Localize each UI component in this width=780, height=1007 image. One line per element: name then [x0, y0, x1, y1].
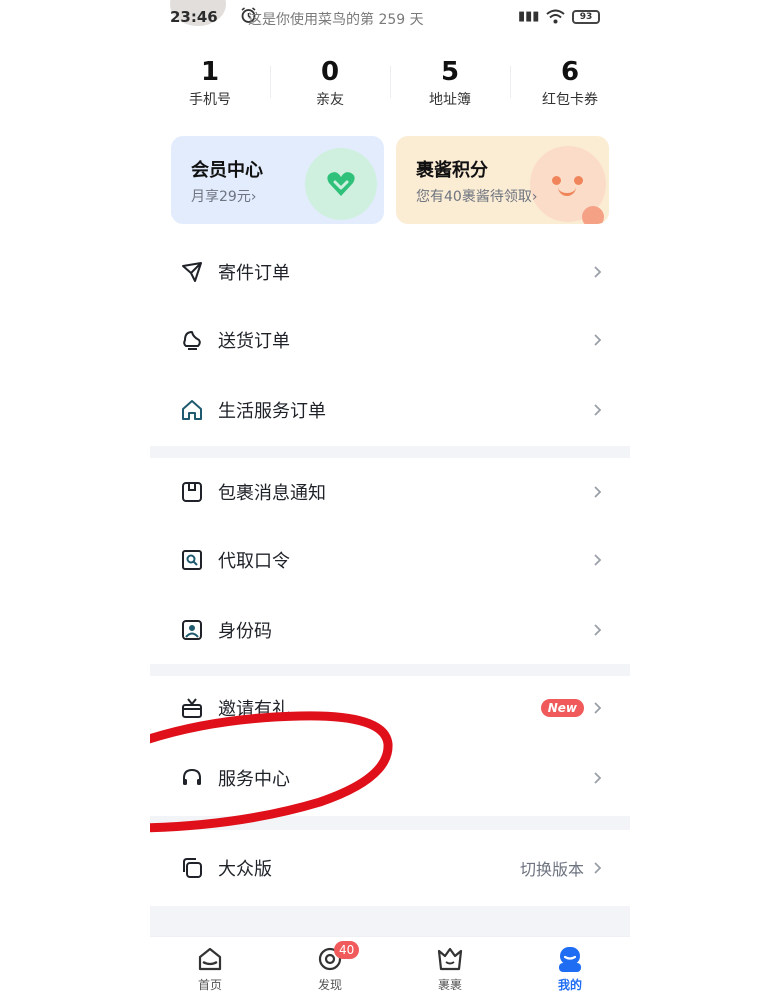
- menu-item-id-code[interactable]: 身份码: [150, 594, 630, 666]
- chevron-right-icon: [594, 624, 602, 636]
- chevron-right-icon: ›: [531, 189, 538, 205]
- card-subtitle-text: 您有40裹酱待领取: [416, 189, 532, 205]
- card-subtitle: 您有40裹酱待领取›: [416, 186, 537, 206]
- chevron-right-icon: [594, 554, 602, 566]
- section-divider: [150, 664, 630, 676]
- home-icon: [180, 398, 204, 422]
- stat-family[interactable]: 0 亲友: [270, 54, 390, 118]
- menu-item-invite[interactable]: 邀请有礼 New: [150, 676, 630, 740]
- orders-section: 寄件订单 送货订单 生活服务订单: [150, 238, 630, 446]
- profile-icon: [559, 947, 581, 972]
- menu-item-edition[interactable]: 大众版 切换版本: [150, 830, 630, 906]
- tab-guoguo[interactable]: 裹裹: [390, 937, 510, 1007]
- menu-label: 生活服务订单: [218, 401, 326, 422]
- smiley-icon: [530, 146, 606, 224]
- chevron-right-icon: [594, 334, 602, 346]
- edition-section: 大众版 切换版本: [150, 830, 630, 906]
- menu-label: 代取口令: [218, 551, 290, 572]
- tab-discover[interactable]: 40 发现: [270, 937, 390, 1007]
- chevron-right-icon: [594, 772, 602, 784]
- pickup-code-icon: [180, 548, 204, 572]
- menu-item-delivery-orders[interactable]: 送货订单: [150, 306, 630, 374]
- stats-row: 1 手机号 0 亲友 5 地址簿 6 红包卡券: [150, 54, 630, 118]
- copy-icon: [180, 856, 204, 880]
- menu-item-life-service-orders[interactable]: 生活服务订单: [150, 374, 630, 446]
- section-divider: [150, 446, 630, 458]
- service-section: 邀请有礼 New 服务中心: [150, 676, 630, 816]
- heart-icon: [305, 148, 377, 220]
- menu-item-send-orders[interactable]: 寄件订单: [150, 238, 630, 306]
- chevron-right-icon: [594, 486, 602, 498]
- section-divider: [150, 906, 630, 936]
- chevron-right-icon: [594, 266, 602, 278]
- battery-indicator: 93: [572, 10, 600, 24]
- id-code-icon: [180, 618, 204, 642]
- card-title: 裹酱积分: [416, 160, 488, 181]
- delivery-icon: [180, 328, 204, 352]
- section-divider: [150, 816, 630, 830]
- stat-label: 亲友: [316, 92, 344, 108]
- stat-value: 0: [320, 57, 340, 87]
- stat-coupons[interactable]: 6 红包卡券: [510, 54, 630, 118]
- headset-icon: [180, 766, 204, 790]
- gift-icon: [180, 696, 204, 720]
- menu-label: 送货订单: [218, 331, 290, 352]
- status-bar: 23:46 这是你使用菜鸟的第 259 天 ▮▮▮ 93: [150, 0, 630, 36]
- menu-label: 身份码: [218, 621, 272, 642]
- tab-label: 首页: [197, 978, 222, 992]
- send-icon: [180, 260, 204, 284]
- points-card[interactable]: 裹酱积分 您有40裹酱待领取›: [396, 136, 609, 224]
- stat-value: 6: [560, 57, 580, 87]
- package-notice-icon: [180, 480, 204, 504]
- stat-address-book[interactable]: 5 地址簿: [390, 54, 510, 118]
- menu-label: 邀请有礼: [218, 699, 290, 720]
- tab-label: 我的: [557, 978, 582, 992]
- switch-version-link[interactable]: 切换版本: [520, 856, 584, 880]
- bottom-tab-bar: 首页 40 发现 裹裹 我的: [150, 936, 630, 1007]
- status-time: 23:46: [170, 8, 218, 26]
- card-title: 会员中心: [191, 160, 263, 181]
- tab-label: 裹裹: [437, 978, 462, 992]
- chevron-right-icon: [594, 702, 602, 714]
- eye: [574, 176, 583, 185]
- tab-home[interactable]: 首页: [150, 937, 270, 1007]
- tab-label: 发现: [317, 978, 342, 992]
- stat-label: 地址簿: [429, 92, 471, 108]
- signal-icon: ▮▮▮: [518, 9, 540, 24]
- stat-label: 手机号: [189, 92, 231, 108]
- menu-label: 包裹消息通知: [218, 483, 326, 504]
- card-subtitle: 月享29元›: [191, 186, 256, 206]
- menu-item-pickup-code[interactable]: 代取口令: [150, 526, 630, 594]
- member-center-card[interactable]: 会员中心 月享29元›: [171, 136, 384, 224]
- phone-screen: 23:46 这是你使用菜鸟的第 259 天 ▮▮▮ 93 1 手机号 0 亲友 …: [150, 0, 630, 1007]
- home-tab-icon: [198, 947, 222, 971]
- wifi-icon: [546, 9, 565, 24]
- tools-section: 包裹消息通知 代取口令 身份码: [150, 458, 630, 666]
- chevron-right-icon: [594, 404, 602, 416]
- card-subtitle-text: 月享29元: [191, 189, 251, 205]
- menu-label: 服务中心: [218, 769, 290, 790]
- menu-item-service-center[interactable]: 服务中心: [150, 740, 630, 816]
- new-badge: New: [540, 699, 584, 717]
- guoguo-icon: [437, 947, 463, 971]
- stat-phone[interactable]: 1 手机号: [150, 54, 270, 118]
- stat-label: 红包卡券: [542, 92, 598, 108]
- menu-label: 大众版: [218, 859, 272, 880]
- days-notice: 这是你使用菜鸟的第 259 天: [248, 12, 424, 28]
- smile: [558, 186, 576, 196]
- blob: [582, 206, 604, 224]
- menu-label: 寄件订单: [218, 263, 290, 284]
- eye: [552, 176, 561, 185]
- stat-value: 5: [440, 57, 460, 87]
- stat-value: 1: [200, 57, 220, 87]
- chevron-right-icon: ›: [250, 189, 257, 205]
- menu-item-package-notifications[interactable]: 包裹消息通知: [150, 458, 630, 526]
- tab-profile[interactable]: 我的: [510, 937, 630, 1007]
- chevron-right-icon: [594, 862, 602, 874]
- discover-badge: 40: [334, 941, 360, 959]
